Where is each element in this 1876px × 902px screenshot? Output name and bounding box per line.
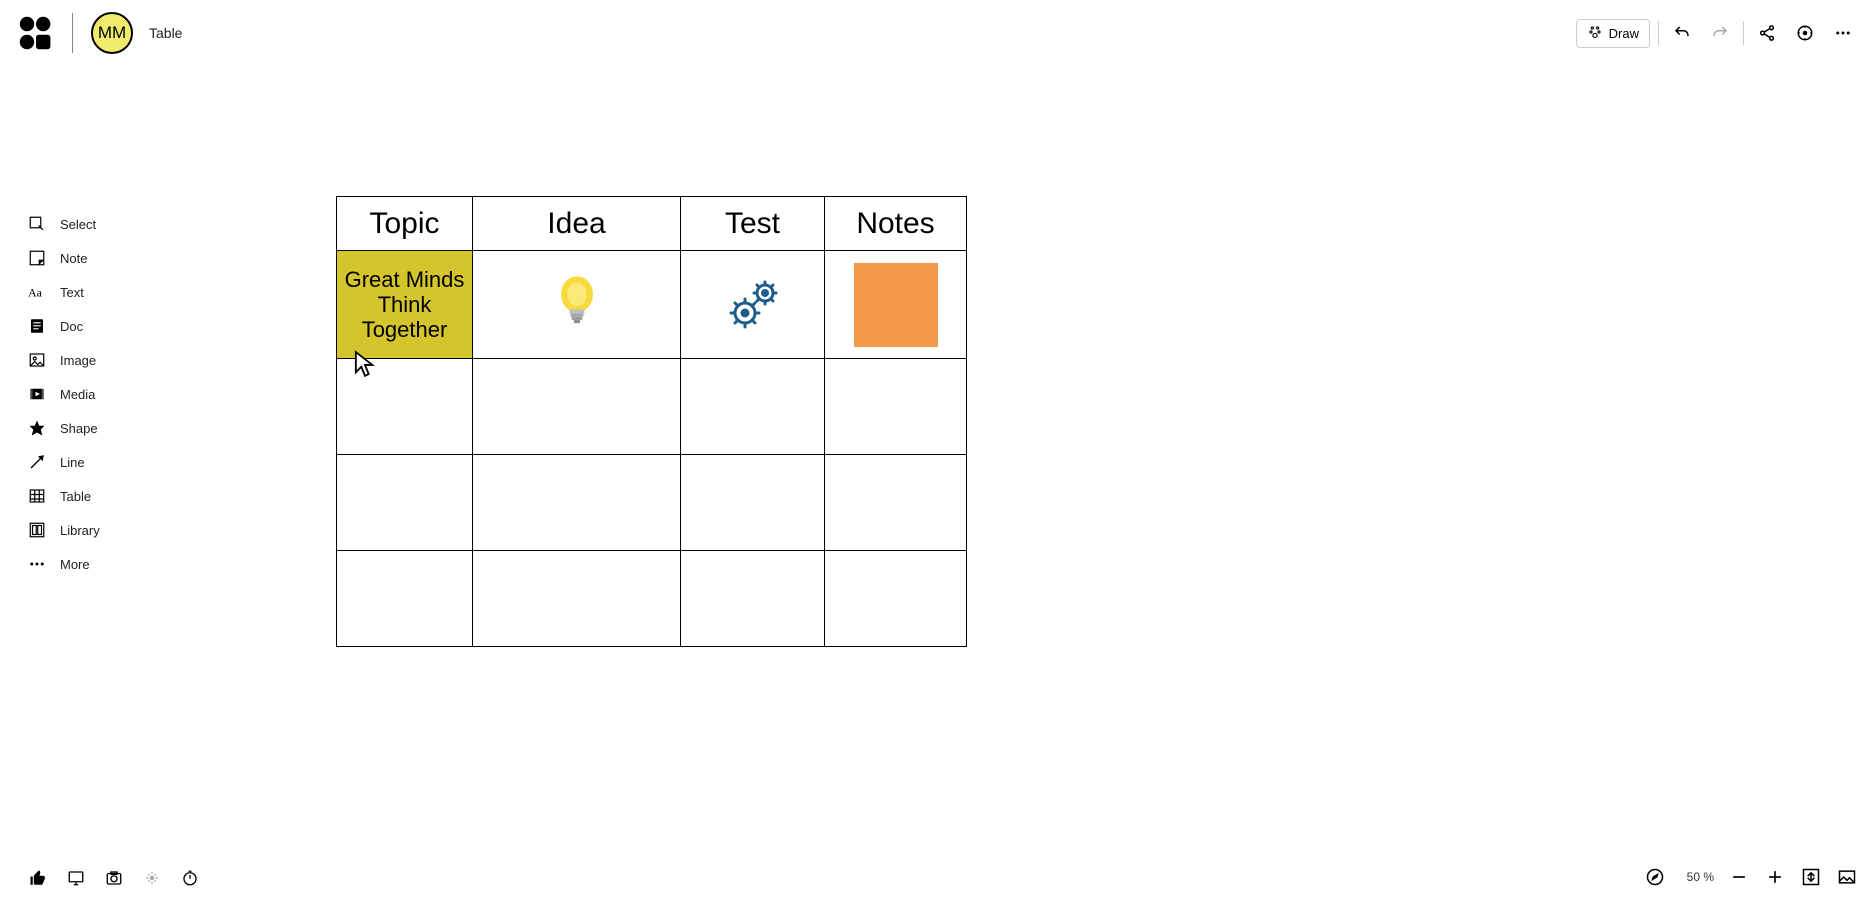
cell-test-1[interactable] xyxy=(681,359,825,455)
table-row xyxy=(337,551,967,647)
redo-button[interactable] xyxy=(1705,18,1735,48)
vote-button[interactable] xyxy=(28,868,48,888)
canvas[interactable]: Topic Idea Test Notes Great Minds Think … xyxy=(0,66,1876,902)
cell-notes-3[interactable] xyxy=(825,551,967,647)
timer-button[interactable] xyxy=(180,868,200,888)
present-button[interactable] xyxy=(66,868,86,888)
zoom-level-label: 50 % xyxy=(1680,870,1714,884)
table-row xyxy=(337,359,967,455)
orange-sticky-note[interactable] xyxy=(854,263,938,347)
navigator-button[interactable] xyxy=(1644,866,1666,888)
board-table[interactable]: Topic Idea Test Notes Great Minds Think … xyxy=(336,196,967,647)
laser-button[interactable] xyxy=(142,868,162,888)
app-logo[interactable] xyxy=(18,15,54,51)
undo-button[interactable] xyxy=(1667,18,1697,48)
cell-idea-2[interactable] xyxy=(473,455,681,551)
topbar-divider-2 xyxy=(1743,21,1744,45)
topbar-divider-1 xyxy=(1658,21,1659,45)
cell-idea-3[interactable] xyxy=(473,551,681,647)
gears-icon[interactable] xyxy=(681,275,824,335)
cell-topic-1[interactable] xyxy=(337,359,473,455)
cell-notes-0[interactable] xyxy=(825,251,967,359)
cell-test-3[interactable] xyxy=(681,551,825,647)
header-topic[interactable]: Topic xyxy=(337,197,473,251)
draw-label: Draw xyxy=(1609,26,1639,41)
table-header-row: Topic Idea Test Notes xyxy=(337,197,967,251)
zoom-in-button[interactable] xyxy=(1764,866,1786,888)
cell-notes-2[interactable] xyxy=(825,455,967,551)
zoom-out-button[interactable] xyxy=(1728,866,1750,888)
cell-idea-1[interactable] xyxy=(473,359,681,455)
avatar-initials: MM xyxy=(98,23,126,43)
topbar-right-controls: Draw xyxy=(1576,0,1858,66)
draw-paw-icon xyxy=(1587,24,1603,43)
table-row: Great Minds Think Together xyxy=(337,251,967,359)
share-button[interactable] xyxy=(1752,18,1782,48)
topic-note[interactable]: Great Minds Think Together xyxy=(337,251,472,358)
screenshot-button[interactable] xyxy=(104,868,124,888)
activity-button[interactable] xyxy=(1790,18,1820,48)
lightbulb-icon[interactable] xyxy=(473,273,680,337)
fit-button[interactable] xyxy=(1800,866,1822,888)
header-idea[interactable]: Idea xyxy=(473,197,681,251)
more-menu-button[interactable] xyxy=(1828,18,1858,48)
header-test[interactable]: Test xyxy=(681,197,825,251)
bottom-left-controls xyxy=(28,868,200,888)
document-title[interactable]: Table xyxy=(149,25,182,41)
cell-idea-0[interactable] xyxy=(473,251,681,359)
top-bar: MM Table Draw xyxy=(0,0,1876,66)
cell-notes-1[interactable] xyxy=(825,359,967,455)
header-notes[interactable]: Notes xyxy=(825,197,967,251)
cell-test-0[interactable] xyxy=(681,251,825,359)
table-row xyxy=(337,455,967,551)
header-divider xyxy=(72,13,73,53)
bottom-right-controls: 50 % xyxy=(1644,866,1858,888)
minimap-button[interactable] xyxy=(1836,866,1858,888)
draw-button[interactable]: Draw xyxy=(1576,19,1650,48)
cell-test-2[interactable] xyxy=(681,455,825,551)
cell-topic-0[interactable]: Great Minds Think Together xyxy=(337,251,473,359)
cell-topic-3[interactable] xyxy=(337,551,473,647)
cell-topic-2[interactable] xyxy=(337,455,473,551)
user-avatar[interactable]: MM xyxy=(91,12,133,54)
